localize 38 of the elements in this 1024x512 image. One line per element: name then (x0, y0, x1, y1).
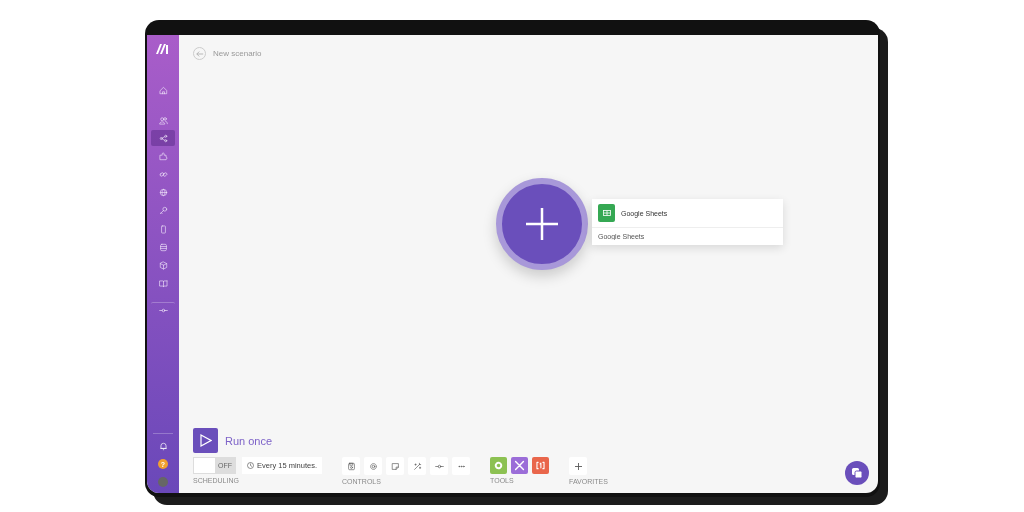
plus-icon (574, 462, 582, 470)
save-button[interactable] (342, 457, 361, 475)
chat-bubbles-icon (851, 467, 863, 479)
spreadsheet-icon (598, 204, 615, 222)
logo-icon (156, 44, 170, 54)
note-icon (390, 461, 400, 471)
note-button[interactable] (386, 457, 405, 475)
more-button[interactable] (452, 457, 471, 475)
book-icon (158, 279, 168, 289)
add-favorite-button[interactable] (569, 457, 588, 475)
router-tool-button[interactable] (511, 457, 529, 474)
settings-button[interactable] (364, 457, 383, 475)
cube-icon (158, 261, 168, 270)
sidebar-item[interactable] (151, 130, 175, 147)
plus-icon (525, 207, 559, 241)
clock-icon (247, 462, 254, 469)
add-module-button[interactable] (496, 178, 588, 270)
save-icon (346, 461, 356, 471)
gear-tool-button[interactable] (490, 457, 508, 474)
run-once-button[interactable] (193, 428, 218, 453)
bell-icon[interactable] (158, 442, 168, 451)
wand-button[interactable] (408, 457, 427, 475)
globe-icon (158, 188, 168, 198)
run-once-label: Run once (225, 434, 273, 447)
link-icon (158, 170, 168, 180)
chat-button[interactable] (845, 461, 869, 485)
phone-icon (158, 224, 168, 234)
team-icon (158, 115, 168, 125)
scenario-title: New scenario (213, 49, 262, 58)
play-icon (199, 434, 212, 447)
database-icon (158, 242, 168, 252)
wand-icon (412, 461, 422, 471)
back-arrow-icon (195, 49, 204, 58)
key-icon (158, 206, 168, 216)
flow-button[interactable] (430, 457, 449, 475)
home-icon (158, 85, 168, 95)
parser-tool-button[interactable] (532, 457, 550, 474)
share-icon (158, 133, 168, 143)
